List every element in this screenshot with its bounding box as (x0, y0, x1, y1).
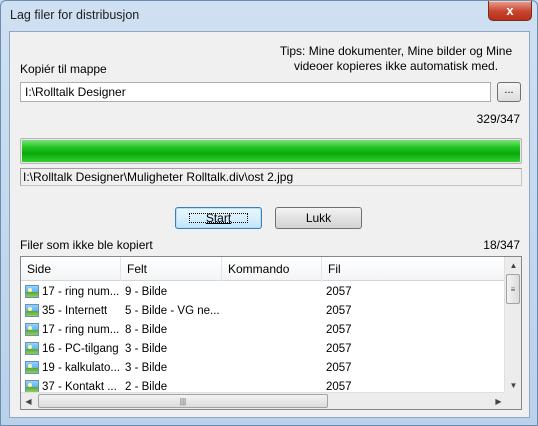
table-row[interactable]: 16 - PC-tilgang 3 - Bilde 2057 (21, 339, 506, 358)
cell-text: 2057 (326, 285, 352, 298)
cell-side: 17 - ring num... (21, 323, 121, 336)
cell-text: 35 - Internett (42, 304, 108, 317)
scroll-down-arrow-icon[interactable]: ▼ (506, 377, 521, 393)
cell-felt: 9 - Bilde (121, 286, 222, 298)
start-button-label: Start (186, 210, 251, 226)
horizontal-scrollbar[interactable]: ◀ ||| ▶ (21, 392, 506, 409)
window-close-button[interactable]: x (488, 1, 532, 21)
close-button[interactable]: Lukk (275, 207, 362, 229)
cell-felt: 3 - Bilde (121, 343, 222, 355)
cell-text: 19 - kalkulato... (42, 361, 120, 374)
column-header-kommando[interactable]: Kommando (222, 257, 322, 281)
cell-fil: 2057 (322, 362, 506, 374)
cell-side: 17 - ring num... (21, 285, 121, 298)
cell-text: 2057 (326, 361, 352, 374)
column-header-felt[interactable]: Felt (121, 257, 222, 281)
list-header: Side Felt Kommando Fil (21, 257, 506, 281)
current-file-path: I:\Rolltalk Designer\Muligheter Rolltalk… (20, 168, 522, 186)
image-icon (25, 323, 39, 336)
browse-button[interactable]: ... (497, 82, 521, 102)
dialog-body: Tips: Mine dokumenter, Mine bilder og Mi… (9, 31, 530, 418)
image-icon (25, 342, 39, 355)
image-icon (25, 361, 39, 374)
table-row[interactable]: 19 - kalkulato... 3 - Bilde 2057 (21, 358, 506, 377)
cell-text: 17 - ring num... (42, 323, 120, 336)
cell-fil: 2057 (322, 381, 506, 393)
cell-text: 37 - Kontakt ... (42, 380, 117, 393)
cell-text: 2057 (326, 342, 352, 355)
cell-text: 16 - PC-tilgang (42, 342, 119, 355)
cell-felt: 5 - Bilde - VG ne... (121, 305, 222, 317)
horizontal-scroll-thumb[interactable]: ||| (38, 394, 328, 408)
cell-felt: 3 - Bilde (121, 362, 222, 374)
cell-text: 9 - Bilde (125, 285, 168, 298)
cell-fil: 2057 (322, 324, 506, 336)
table-row[interactable]: 35 - Internett 5 - Bilde - VG ne... 2057 (21, 301, 506, 320)
column-header-fil[interactable]: Fil (322, 257, 506, 281)
scrollbar-corner (504, 392, 521, 409)
table-row[interactable]: 17 - ring num... 8 - Bilde 2057 (21, 320, 506, 339)
cell-fil: 2057 (322, 343, 506, 355)
cell-text: 8 - Bilde (125, 323, 168, 336)
list-rows: 17 - ring num... 9 - Bilde 2057 35 - Intern… (21, 282, 506, 396)
progress-bar (20, 138, 522, 164)
cell-text: 3 - Bilde (125, 342, 168, 355)
table-row[interactable]: 17 - ring num... 9 - Bilde 2057 (21, 282, 506, 301)
cell-text: 2057 (326, 304, 352, 317)
vertical-scroll-thumb[interactable]: ≡ (506, 274, 520, 304)
column-header-side[interactable]: Side (21, 257, 121, 281)
not-copied-count: 18/347 (483, 238, 520, 252)
progress-count: 329/347 (476, 112, 520, 126)
scroll-up-arrow-icon[interactable]: ▲ (506, 257, 521, 273)
cell-felt: 8 - Bilde (121, 324, 222, 336)
cell-felt: 2 - Bilde (121, 381, 222, 393)
cell-side: 16 - PC-tilgang (21, 342, 121, 355)
cell-text: 5 - Bilde - VG ne... (125, 304, 220, 317)
cell-side: 35 - Internett (21, 304, 121, 317)
cell-text: 17 - ring num... (42, 285, 120, 298)
close-icon: x (506, 3, 514, 18)
window-title: Lag filer for distribusjon (10, 8, 140, 22)
cell-text: 2 - Bilde (125, 380, 168, 393)
scroll-left-arrow-icon[interactable]: ◀ (21, 393, 36, 409)
vertical-scrollbar[interactable]: ▲ ≡ ▼ (504, 257, 521, 393)
copy-to-label: Kopiér til mappe (20, 62, 107, 76)
cell-text: 3 - Bilde (125, 361, 168, 374)
destination-folder-input[interactable]: I:\Rolltalk Designer (20, 82, 491, 102)
tips-text: Tips: Mine dokumenter, Mine bilder og Mi… (279, 44, 513, 73)
cell-text: 2057 (326, 380, 352, 393)
cell-fil: 2057 (322, 286, 506, 298)
image-icon (25, 304, 39, 317)
cell-side: 19 - kalkulato... (21, 361, 121, 374)
dialog-window: Lag filer for distribusjon x Tips: Mine … (0, 0, 538, 426)
close-button-label: Lukk (305, 211, 332, 225)
start-button[interactable]: Start (175, 207, 262, 229)
not-copied-label: Filer som ikke ble kopiert (20, 238, 153, 252)
not-copied-list[interactable]: Side Felt Kommando Fil 17 - ring num... 9… (20, 256, 522, 410)
image-icon (25, 285, 39, 298)
progress-fill (22, 140, 520, 162)
cell-fil: 2057 (322, 305, 506, 317)
cell-text: 2057 (326, 323, 352, 336)
